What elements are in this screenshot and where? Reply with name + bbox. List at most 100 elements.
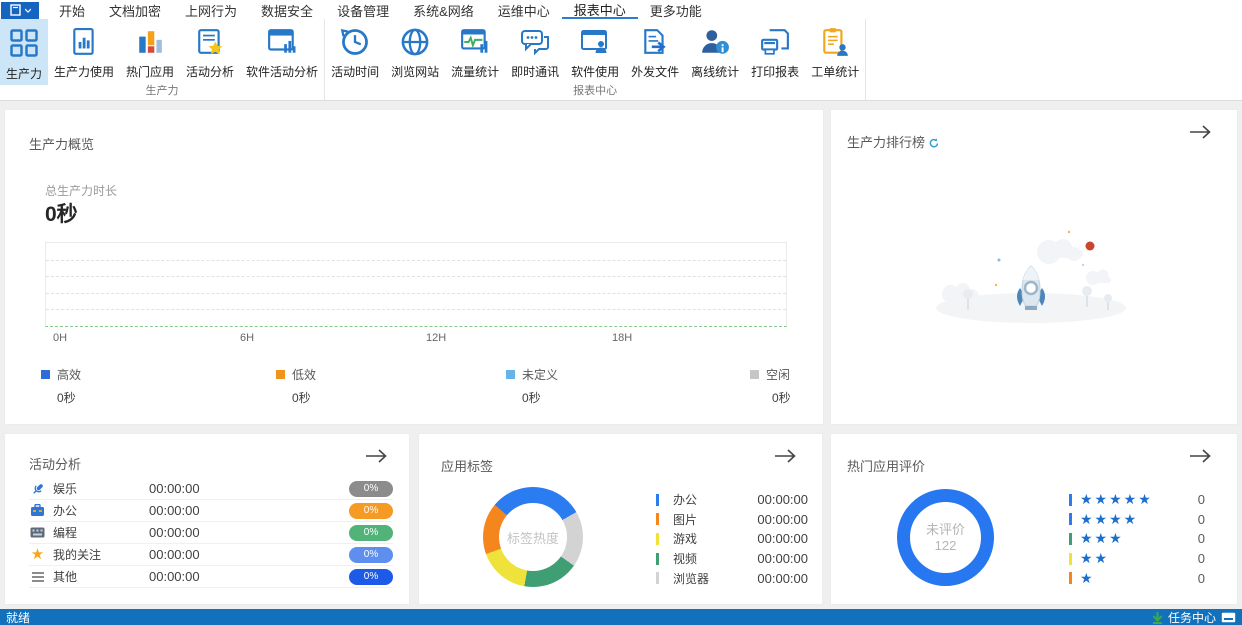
chevron-down-icon bbox=[24, 8, 31, 13]
x-tick: 6H bbox=[240, 332, 255, 344]
activity-label: 办公 bbox=[53, 504, 78, 518]
stars-5-icon: ★★★★★ bbox=[1080, 491, 1153, 508]
printer-icon bbox=[761, 29, 790, 55]
x-tick: 18H bbox=[612, 332, 633, 344]
activity-list: 娱乐 00:00:00 0% 办公 00:00:00 0% 编程 00:00:0… bbox=[29, 478, 393, 588]
rating-row-1: ★ 0 bbox=[1069, 568, 1205, 588]
menu-tab-web-behavior[interactable]: 上网行为 bbox=[173, 0, 249, 19]
doc-arrow-icon bbox=[644, 29, 666, 54]
stars-4-icon: ★★★★ bbox=[1080, 510, 1139, 527]
legend-item-efficient: 高效 0秒 bbox=[41, 366, 81, 406]
ribbon-item-label: 热门应用 bbox=[126, 65, 175, 79]
ribbon-item-software-activity-analysis[interactable]: 软件活动分析 bbox=[240, 19, 324, 85]
tag-legend-row: 浏览器 00:00:00 bbox=[656, 568, 808, 588]
activity-row-other: 其他 00:00:00 0% bbox=[29, 566, 393, 588]
chart-legend: 高效 0秒 低效 0秒 未定义 0秒 空闲 0秒 bbox=[5, 366, 823, 412]
stars-3-icon: ★★★ bbox=[1080, 530, 1124, 547]
ribbon-item-label: 打印报表 bbox=[751, 65, 800, 79]
menu-tab-more[interactable]: 更多功能 bbox=[638, 0, 714, 19]
download-arrow-icon[interactable] bbox=[1152, 611, 1163, 624]
panel-arrow-button[interactable] bbox=[774, 448, 796, 464]
percent-badge: 0% bbox=[349, 480, 393, 497]
ribbon-group-label: 生产力 bbox=[145, 85, 179, 97]
stars-2-icon: ★★ bbox=[1080, 550, 1110, 567]
panel-title: 应用标签 bbox=[441, 459, 494, 474]
ring-center-label: 未评价 bbox=[925, 521, 965, 537]
ribbon-item-label: 活动时间 bbox=[331, 65, 380, 79]
menu-tab-start[interactable]: 开始 bbox=[47, 0, 97, 19]
dashboard: 生产力概览 总生产力时长 0秒 0H 6H 12H 18H 高效 0秒 低效 0 bbox=[0, 101, 1242, 609]
doc-star-icon bbox=[198, 29, 223, 55]
ribbon-item-traffic-stats[interactable]: 流量统计 bbox=[445, 19, 505, 85]
ribbon-item-label: 软件使用 bbox=[571, 65, 620, 79]
ribbon-item-label: 即时通讯 bbox=[511, 65, 560, 79]
ribbon-item-hot-apps[interactable]: 热门应用 bbox=[120, 19, 180, 85]
activity-label: 编程 bbox=[53, 526, 78, 540]
status-bar: 就绪 任务中心 bbox=[0, 609, 1242, 625]
menu-tab-system-network[interactable]: 系统&网络 bbox=[401, 0, 486, 19]
bar-blocks-icon bbox=[139, 31, 162, 53]
doc-chart-icon bbox=[73, 28, 94, 55]
activity-row-office: 办公 00:00:00 0% bbox=[29, 500, 393, 522]
clock-icon bbox=[340, 28, 368, 55]
briefcase-icon bbox=[29, 503, 46, 518]
panel-arrow-button[interactable] bbox=[365, 448, 387, 464]
stars-1-icon: ★ bbox=[1080, 569, 1095, 586]
menu-tab-ops-center[interactable]: 运维中心 bbox=[486, 0, 562, 19]
ribbon-item-label: 浏览网站 bbox=[391, 65, 440, 79]
activity-time: 00:00:00 bbox=[149, 547, 200, 562]
app-menu-button[interactable] bbox=[1, 1, 39, 19]
traffic-pulse-icon bbox=[461, 29, 488, 53]
ribbon-item-productivity[interactable]: 生产力 bbox=[0, 19, 48, 85]
ribbon-item-activity-analysis[interactable]: 活动分析 bbox=[180, 19, 240, 85]
star-icon: ★ bbox=[30, 546, 45, 563]
panel-arrow-button[interactable] bbox=[1189, 448, 1211, 464]
ribbon-item-ticket-stats[interactable]: 工单统计 bbox=[805, 19, 865, 85]
task-center-button[interactable]: 任务中心 bbox=[1168, 609, 1216, 625]
monitor-icon[interactable] bbox=[1221, 612, 1236, 623]
ribbon-item-browse-websites[interactable]: 浏览网站 bbox=[385, 19, 445, 85]
ribbon-group-productivity: 生产力 生产力使用 热门应用 活动分析 软件活动分析 生产力 bbox=[0, 19, 326, 100]
ribbon-item-activity-time[interactable]: 活动时间 bbox=[325, 19, 385, 85]
ribbon-item-label: 生产力 bbox=[5, 67, 42, 81]
ribbon-item-software-usage[interactable]: 软件使用 bbox=[565, 19, 625, 85]
menu-tab-data-security[interactable]: 数据安全 bbox=[249, 0, 325, 19]
tag-legend-row: 视频 00:00:00 bbox=[656, 549, 808, 569]
ribbon-item-instant-messaging[interactable]: 即时通讯 bbox=[505, 19, 565, 85]
activity-row-programming: 编程 00:00:00 0% bbox=[29, 522, 393, 544]
menu-tab-doc-encrypt[interactable]: 文档加密 bbox=[97, 0, 173, 19]
ribbon-item-outgoing-files[interactable]: 外发文件 bbox=[625, 19, 685, 85]
panel-title: 生产力概览 bbox=[29, 137, 95, 152]
total-productivity-label: 总生产力时长 bbox=[45, 184, 118, 198]
legend-item-undefined: 未定义 0秒 bbox=[506, 366, 558, 406]
tag-legend-row: 办公 00:00:00 bbox=[656, 490, 808, 510]
rating-row-3: ★★★ 0 bbox=[1069, 529, 1205, 549]
window-icon bbox=[9, 4, 21, 16]
empty-state-rocket-illustration bbox=[936, 230, 1126, 323]
menu-lines-icon bbox=[29, 569, 46, 584]
menu-tab-device-mgmt[interactable]: 设备管理 bbox=[325, 0, 401, 19]
rating-row-5: ★★★★★ 0 bbox=[1069, 490, 1205, 510]
panel-productivity-overview: 生产力概览 总生产力时长 0秒 0H 6H 12H 18H 高效 0秒 低效 0 bbox=[4, 109, 824, 425]
activity-time: 00:00:00 bbox=[149, 525, 200, 540]
percent-badge: 0% bbox=[349, 568, 393, 585]
legend-item-idle: 空闲 0秒 bbox=[750, 366, 791, 406]
ribbon-item-offline-stats[interactable]: 离线统计 bbox=[685, 19, 745, 85]
menu-tab-report-center[interactable]: 报表中心 bbox=[561, 0, 638, 19]
percent-badge: 0% bbox=[349, 524, 393, 541]
tag-legend-row: 游戏 00:00:00 bbox=[656, 529, 808, 549]
ribbon-group-report-center: 活动时间 浏览网站 流量统计 即时通讯 软件使用 外发文件 离线统计 打印报表 … bbox=[325, 19, 867, 100]
total-productivity-value: 0秒 bbox=[45, 203, 78, 226]
ribbon-item-print-report[interactable]: 打印报表 bbox=[745, 19, 805, 85]
panel-title: 热门应用评价 bbox=[847, 459, 926, 474]
percent-badge: 0% bbox=[349, 502, 393, 519]
rating-row-2: ★★ 0 bbox=[1069, 549, 1205, 569]
status-text: 就绪 bbox=[6, 611, 31, 625]
ribbon-item-productivity-usage[interactable]: 生产力使用 bbox=[48, 19, 120, 85]
activity-label: 娱乐 bbox=[53, 482, 78, 496]
x-axis-labels: 0H 6H 12H 18H bbox=[45, 332, 787, 346]
ribbon-item-label: 软件活动分析 bbox=[246, 65, 319, 79]
panel-app-tags: 应用标签 标签热度 办公 00:00:00 图片 00:00:00 游戏 00:… bbox=[418, 433, 823, 605]
keyboard-icon bbox=[29, 525, 46, 540]
tag-legend-row: 图片 00:00:00 bbox=[656, 510, 808, 530]
